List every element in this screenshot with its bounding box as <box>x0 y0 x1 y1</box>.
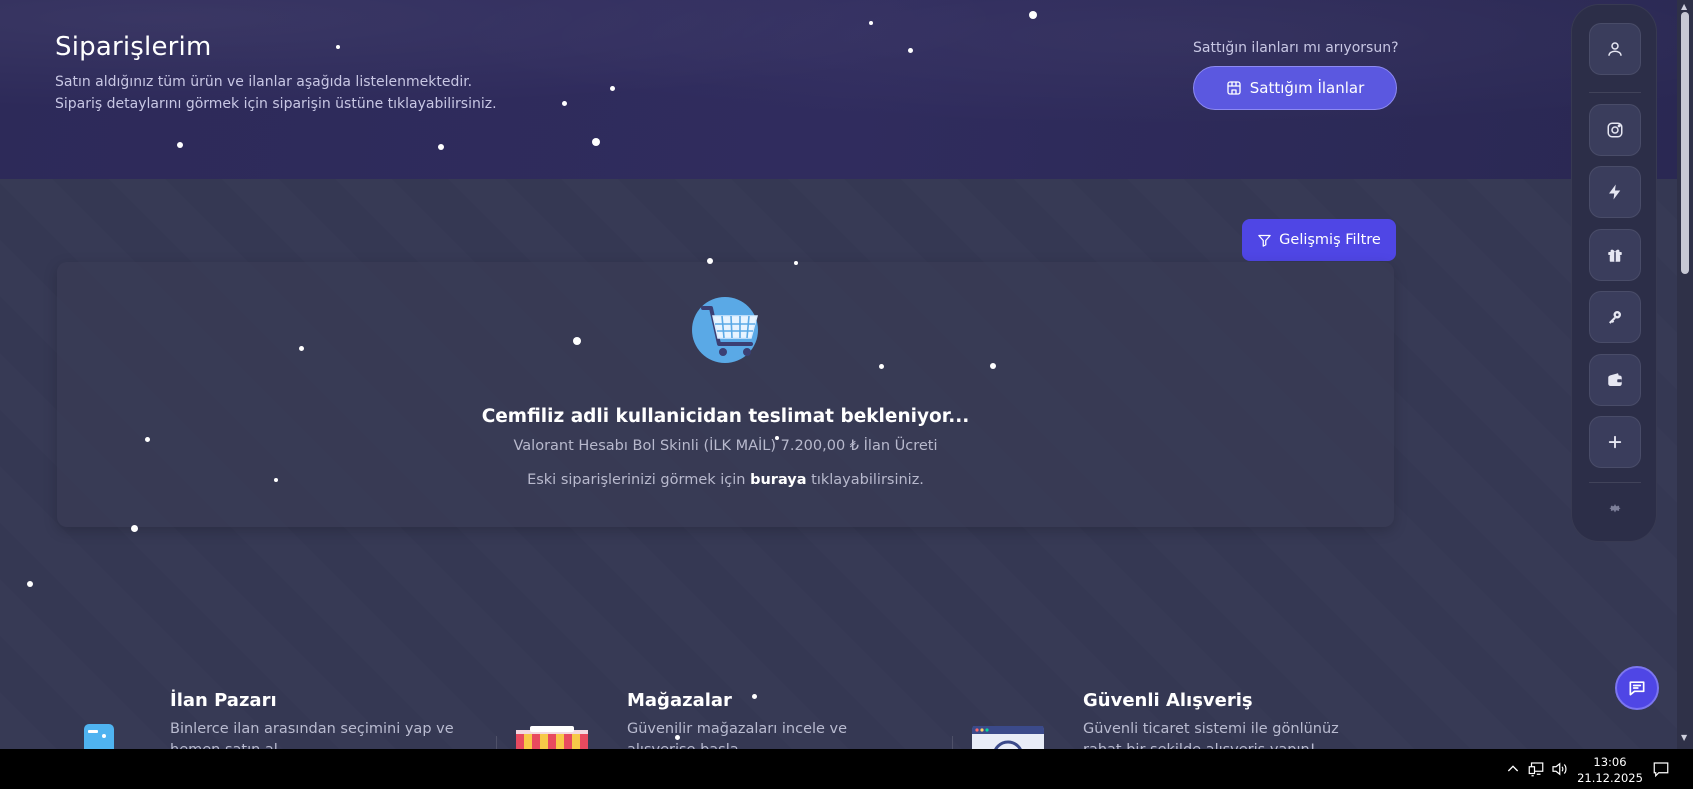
feature-listing-market: İlan Pazarı Binlerce ilan arasından seçi… <box>170 690 460 749</box>
description-line-2: Sipariş detaylarını görmek için siparişi… <box>55 95 497 112</box>
filter-icon <box>1258 234 1271 247</box>
snow-dot <box>131 525 138 532</box>
page-title: Siparişlerim <box>55 32 212 62</box>
quick-actions-sidebar <box>1571 4 1657 542</box>
profile-button[interactable] <box>1589 23 1641 75</box>
old-orders-suffix: tıklayabilirsiniz. <box>811 472 924 488</box>
key-icon <box>1609 311 1621 324</box>
plus-icon <box>1608 435 1622 449</box>
wallet-icon <box>1608 373 1622 386</box>
snow-dot <box>573 337 581 345</box>
snow-dot <box>438 144 444 150</box>
feature-divider <box>496 736 497 749</box>
sidebar-separator <box>1589 92 1641 93</box>
feature-description: Güvenli ticaret sistemi ile gönlünüz rah… <box>1083 721 1339 749</box>
snow-dot <box>794 261 798 265</box>
speaker-icon <box>1552 762 1567 776</box>
snow-dot <box>299 346 304 351</box>
old-orders-text: Eski siparişlerinizi görmek için buraya … <box>57 472 1394 488</box>
snow-dot <box>592 138 600 146</box>
network-button[interactable] <box>1527 749 1545 789</box>
snow-dot <box>177 142 183 148</box>
volume-button[interactable] <box>1550 749 1568 789</box>
chevron-up-icon <box>1507 765 1519 772</box>
scrollbar-thumb[interactable] <box>1681 12 1689 274</box>
order-item-description: Valorant Hesabı Bol Skinli (İLK MAİL) 7.… <box>513 438 938 454</box>
clock-date: 21.12.2025 <box>1577 771 1643 785</box>
sold-listings-button[interactable]: Sattığım İlanlar <box>1193 66 1397 110</box>
store-icon <box>1227 81 1241 95</box>
stores-illustration <box>516 722 588 749</box>
snow-dot <box>775 436 779 440</box>
snow-dot <box>145 437 150 442</box>
listing-market-illustration <box>60 722 132 749</box>
snow-dot <box>1029 11 1037 19</box>
scroll-down-arrow-icon[interactable]: ▼ <box>1681 733 1687 742</box>
feature-description: Binlerce ilan arasından seçimini yap ve … <box>170 721 454 749</box>
page-content: Siparişlerim Satın aldığınız tüm ürün ve… <box>0 0 1677 749</box>
feature-title: İlan Pazarı <box>170 690 277 711</box>
old-orders-prefix: Eski siparişlerinizi görmek için <box>527 472 746 488</box>
action-center-button[interactable] <box>1652 749 1670 789</box>
gift-icon <box>1608 249 1622 262</box>
live-chat-button[interactable] <box>1615 666 1659 710</box>
show-hidden-icons-button[interactable] <box>1505 749 1521 789</box>
snow-dot <box>562 101 567 106</box>
feature-secure-shopping: Güvenli Alışveriş Güvenli ticaret sistem… <box>1083 690 1373 749</box>
chat-icon <box>1629 681 1645 696</box>
clock-time: 13:06 <box>1593 755 1627 769</box>
taskbar: 13:06 21.12.2025 <box>0 749 1693 789</box>
page-description: Satın aldığınız tüm ürün ve ilanlar aşağ… <box>55 72 535 115</box>
network-icon <box>1528 762 1544 777</box>
snow-dot <box>908 48 913 53</box>
order-status-title: Cemfiliz adli kullanicidan teslimat bekl… <box>481 406 970 427</box>
snow-dot <box>752 694 757 699</box>
sold-listings-label: Sattığım İlanlar <box>1249 79 1365 97</box>
snow-dot <box>610 86 615 91</box>
lightning-icon <box>1609 184 1621 200</box>
feature-stores: Mağazalar Güvenilir mağazaları incele ve… <box>627 690 917 749</box>
snow-dot <box>990 363 996 369</box>
scroll-up-arrow-icon[interactable]: ▲ <box>1681 2 1687 11</box>
advanced-filter-label: Gelişmiş Filtre <box>1279 232 1381 248</box>
instagram-button[interactable] <box>1589 104 1641 156</box>
settings-button[interactable] <box>1605 498 1625 518</box>
feature-title: Güvenli Alışveriş <box>1083 690 1253 711</box>
user-icon <box>1608 42 1622 56</box>
feature-divider <box>952 736 953 749</box>
quick-buy-button[interactable] <box>1589 166 1641 218</box>
sold-listings-question: Sattığın ilanları mı arıyorsun? <box>1193 40 1399 56</box>
old-orders-link[interactable]: buraya <box>750 472 806 488</box>
notification-icon <box>1653 762 1669 778</box>
snow-dot <box>869 21 873 25</box>
gifts-button[interactable] <box>1589 229 1641 281</box>
system-clock[interactable]: 13:06 21.12.2025 <box>1570 754 1650 786</box>
description-line-1: Satın aldığınız tüm ürün ve ilanlar aşağ… <box>55 74 473 90</box>
snow-dot <box>707 258 713 264</box>
sidebar-separator <box>1589 482 1641 483</box>
feature-title: Mağazalar <box>627 690 732 711</box>
page-header: Siparişlerim Satın aldığınız tüm ürün ve… <box>0 0 1677 179</box>
feature-description: Güvenilir mağazaları incele ve alışveriş… <box>627 721 848 749</box>
add-listing-button[interactable] <box>1589 416 1641 468</box>
snow-dot <box>336 45 340 49</box>
shopping-cart-icon <box>692 297 758 363</box>
gear-icon <box>1609 504 1621 513</box>
advanced-filter-button[interactable]: Gelişmiş Filtre <box>1242 219 1396 261</box>
instagram-icon <box>1607 122 1623 138</box>
keys-button[interactable] <box>1589 291 1641 343</box>
snow-dot <box>675 735 680 740</box>
snow-dot <box>27 581 33 587</box>
snow-dot <box>274 478 278 482</box>
secure-shopping-illustration <box>972 722 1044 749</box>
wallet-button[interactable] <box>1589 354 1641 406</box>
snow-dot <box>879 364 884 369</box>
